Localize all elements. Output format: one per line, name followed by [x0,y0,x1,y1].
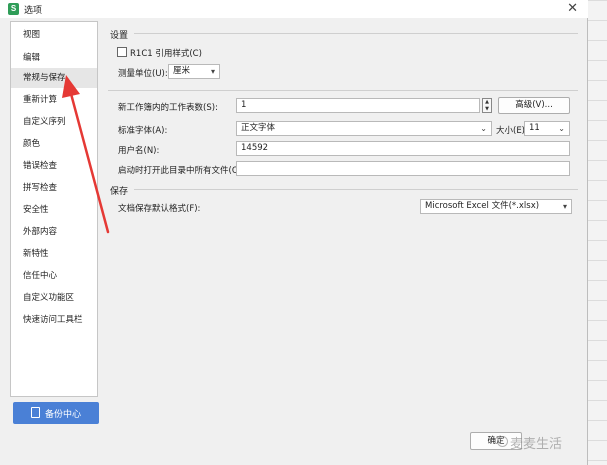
sidebar-item-new-features[interactable]: 新特性 [11,244,97,264]
save-format-value: Microsoft Excel 文件(*.xlsx) [425,201,540,211]
r1c1-checkbox[interactable] [117,47,127,57]
close-icon[interactable]: ✕ [567,1,578,17]
options-dialog: S 选项 ✕ 视图 编辑 常规与保存 重新计算 自定义序列 颜色 错误检查 拼写… [0,0,588,465]
dialog-title: 选项 [24,6,43,16]
sidebar-item-trust-center[interactable]: 信任中心 [11,266,97,286]
username-label: 用户名(N): [118,146,160,156]
sheets-count-stepper[interactable]: ▲ ▼ [482,98,492,113]
chevron-down-icon: ▾ [562,202,567,211]
watermark-text: 麦麦生活 [510,437,563,452]
sheets-count-input[interactable]: 1 [236,98,480,113]
stepper-down-icon[interactable]: ▼ [484,106,490,112]
chevron-down-icon: ⌄ [558,124,565,133]
sidebar-item-custom-lists[interactable]: 自定义序列 [11,112,97,132]
size-select[interactable]: 11 ⌄ [524,121,570,136]
font-value: 正文字体 [241,123,276,133]
backup-center-label: 备份中心 [45,410,82,420]
sheets-label: 新工作簿内的工作表数(S): [118,103,218,113]
category-list: 视图 编辑 常规与保存 重新计算 自定义序列 颜色 错误检查 拼写检查 安全性 … [10,21,98,397]
save-format-select[interactable]: Microsoft Excel 文件(*.xlsx) ▾ [420,199,572,214]
sidebar-item-external-content[interactable]: 外部内容 [11,222,97,242]
sidebar-item-quick-access-toolbar[interactable]: 快速访问工具栏 [11,310,97,330]
settings-section-title: 设置 [110,31,129,41]
save-section-title: 保存 [110,187,129,197]
sidebar-item-security[interactable]: 安全性 [11,200,97,220]
size-value: 11 [529,123,540,133]
settings-panel: 设置 R1C1 引用样式(C) 测量单位(U): 厘米 ▾ 新工作簿内的工作表数… [104,20,582,428]
sidebar-item-edit[interactable]: 编辑 [11,48,97,68]
unit-select[interactable]: 厘米 ▾ [168,64,220,79]
username-input[interactable]: 14592 [236,141,570,156]
title-bar: S 选项 ✕ [0,0,588,18]
chevron-down-icon: ⌄ [480,124,487,133]
app-icon: S [8,3,19,15]
sidebar-item-error-check[interactable]: 错误检查 [11,156,97,176]
sidebar-item-customize-ribbon[interactable]: 自定义功能区 [11,288,97,308]
startup-folder-input[interactable] [236,161,570,176]
chevron-down-icon: ▾ [210,67,215,76]
sidebar-item-color[interactable]: 颜色 [11,134,97,154]
backup-center-button[interactable]: 备份中心 [13,402,99,424]
font-select[interactable]: 正文字体 ⌄ [236,121,492,136]
advanced-button[interactable]: 高级(V)... [498,97,570,114]
general-divider [108,90,578,91]
font-label: 标准字体(A): [118,126,168,136]
sidebar-item-recalculate[interactable]: 重新计算 [11,90,97,110]
settings-divider [134,33,578,34]
save-format-label: 文档保存默认格式(F): [118,204,201,214]
startup-folder-label: 启动时打开此目录中所有文件(O): [118,166,245,176]
sidebar-item-spelling[interactable]: 拼写检查 [11,178,97,198]
sidebar-item-view[interactable]: 视图 [11,25,97,45]
backup-icon [31,407,40,418]
sidebar-item-general-save[interactable]: 常规与保存 [11,68,97,88]
unit-label: 测量单位(U): [118,69,168,79]
stepper-up-icon[interactable]: ▲ [484,99,490,105]
r1c1-label: R1C1 引用样式(C) [130,49,202,59]
save-divider [134,189,578,190]
watermark-logo [497,436,508,447]
unit-value: 厘米 [173,66,191,76]
